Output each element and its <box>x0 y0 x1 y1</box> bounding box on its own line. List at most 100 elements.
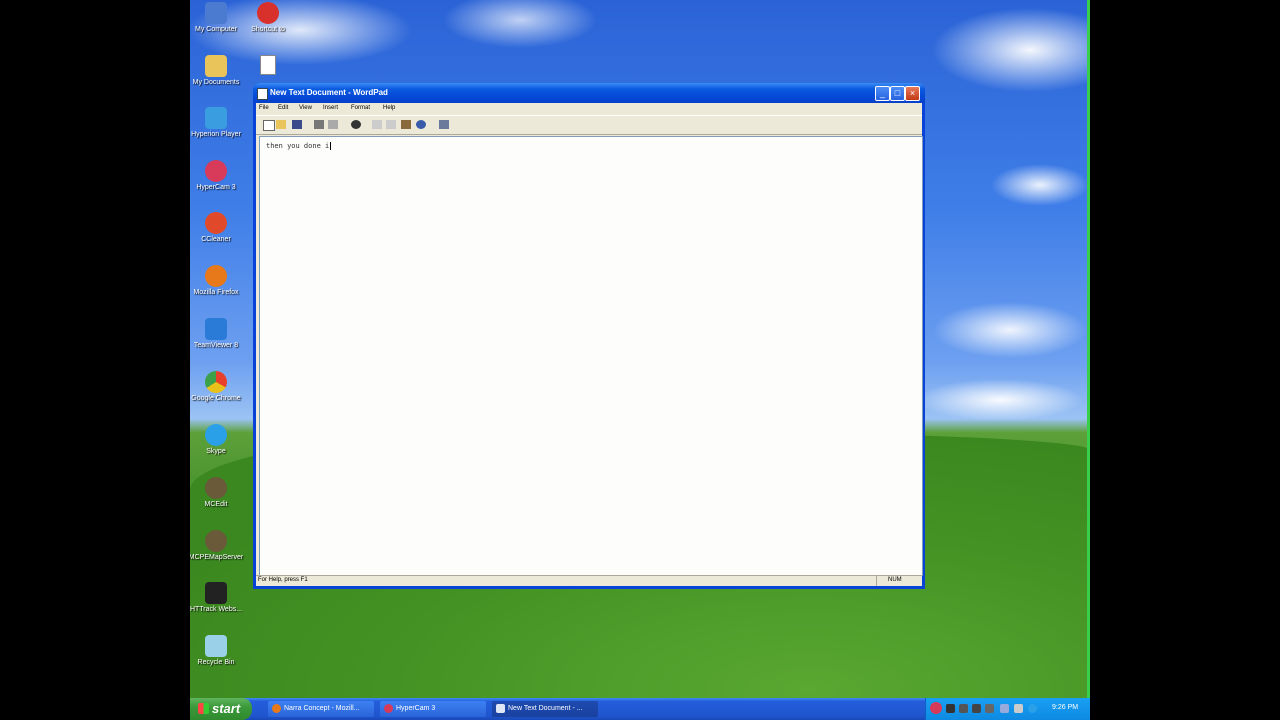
open-folder-icon[interactable] <box>276 120 286 129</box>
document-text: then you done i <box>266 142 330 150</box>
menu-view[interactable]: View <box>299 105 312 111</box>
wordpad-icon <box>257 88 268 100</box>
start-label: start <box>212 701 241 716</box>
maximize-button[interactable]: □ <box>890 86 905 101</box>
desktop-icon-hypercam[interactable]: HyperCam 3 <box>190 160 246 192</box>
desktop-icon-teamviewer[interactable]: TeamViewer 8 <box>190 318 246 350</box>
find-icon[interactable] <box>351 120 361 129</box>
toolbar <box>256 115 922 135</box>
print-icon[interactable] <box>314 120 324 129</box>
desktop-icon-label: CCleaner <box>201 236 231 243</box>
menu-bar: File Edit View Insert Format Help <box>256 103 922 114</box>
chrome-icon <box>205 371 227 393</box>
my-documents-icon <box>205 55 227 77</box>
tray-icon-4[interactable] <box>985 704 994 713</box>
desktop-icon-label: Google Chrome <box>191 395 241 402</box>
status-divider <box>876 576 877 586</box>
taskbar-item-firefox[interactable]: Narra Concept - Mozill... <box>268 701 374 717</box>
screen: My Computer Shortcut to My Documents Hyp… <box>190 0 1090 720</box>
teamviewer-icon <box>205 318 227 340</box>
menu-format[interactable]: Format <box>351 105 370 111</box>
taskbar-item-label: Narra Concept - Mozill... <box>284 705 360 712</box>
desktop-icon-label: Skype <box>206 448 226 455</box>
windows-logo-icon <box>198 703 209 714</box>
hypercam-tray-icon[interactable] <box>930 702 942 714</box>
insert-date-time-icon[interactable] <box>439 120 449 129</box>
taskbar-item-label: New Text Document - ... <box>508 705 583 712</box>
volume-icon[interactable] <box>1014 704 1023 713</box>
taskbar-item-hypercam[interactable]: HyperCam 3 <box>380 701 486 717</box>
window-title: New Text Document - WordPad <box>270 88 388 97</box>
skype-icon <box>205 424 227 446</box>
menu-file[interactable]: File <box>259 105 269 111</box>
mcpe-icon <box>205 530 227 552</box>
copy-icon[interactable] <box>386 120 396 129</box>
network-icon[interactable] <box>1000 704 1009 713</box>
ccleaner-icon <box>205 212 227 234</box>
wordpad-icon <box>496 704 505 713</box>
new-document-icon[interactable] <box>263 120 275 131</box>
document-area[interactable]: then you done i <box>259 136 923 576</box>
desktop-icon-label: Recycle Bin <box>197 659 235 666</box>
shortcut-icon <box>257 2 279 24</box>
window-client: File Edit View Insert Format Help then y… <box>256 103 923 586</box>
desktop-icon-label: My Documents <box>192 79 240 86</box>
tray-icon-3[interactable] <box>972 704 981 713</box>
desktop-icon-chrome[interactable]: Google Chrome <box>190 371 246 403</box>
menu-insert[interactable]: Insert <box>323 105 338 111</box>
desktop-icon-mcpe[interactable]: MCPEMapServer <box>190 530 246 562</box>
mcedit-icon <box>205 477 227 499</box>
screen-edge <box>1087 0 1090 698</box>
desktop-icon-label: Shortcut to <box>251 26 285 33</box>
system-tray: 9:26 PM <box>925 698 1090 720</box>
skype-tray-icon[interactable] <box>1028 704 1037 713</box>
desktop-icon-label: Mozilla Firefox <box>193 289 239 296</box>
document-text-line[interactable]: then you done i <box>266 142 332 150</box>
desktop-icon-label: MCPEMapServer <box>190 554 244 561</box>
status-bar: For Help, press F1 NUM <box>256 575 922 586</box>
desktop-icon-httrack[interactable]: HTTrack Webs... <box>190 582 246 614</box>
menu-edit[interactable]: Edit <box>278 105 288 111</box>
hypercam-icon <box>384 704 393 713</box>
player-icon <box>205 107 227 129</box>
status-help-text: For Help, press F1 <box>258 577 308 583</box>
tray-icon-1[interactable] <box>946 704 955 713</box>
desktop-background: My Computer Shortcut to My Documents Hyp… <box>190 0 1090 698</box>
text-caret <box>330 142 332 150</box>
menu-help[interactable]: Help <box>383 105 395 111</box>
minimize-button[interactable]: _ <box>875 86 890 101</box>
desktop-icon-skype[interactable]: Skype <box>190 424 246 456</box>
start-button[interactable]: start <box>190 698 252 720</box>
undo-icon[interactable] <box>416 120 426 129</box>
taskbar-item-label: HyperCam 3 <box>396 705 436 712</box>
floppy-icon <box>205 582 227 604</box>
desktop-icon-player[interactable]: Hyperion Player <box>190 107 246 139</box>
clock[interactable]: 9:26 PM <box>1052 704 1078 711</box>
desktop-icon-ccleaner[interactable]: CCleaner <box>190 212 246 244</box>
print-preview-icon[interactable] <box>328 120 338 129</box>
desktop-icon-label: HyperCam 3 <box>196 184 236 191</box>
taskbar-item-wordpad[interactable]: New Text Document - ... <box>492 701 598 717</box>
desktop-icon-label: Hyperion Player <box>191 131 241 138</box>
title-bar[interactable]: New Text Document - WordPad _ □ × <box>253 83 925 103</box>
desktop-icon-label: MCEdit <box>204 501 228 508</box>
recycle-bin-icon <box>205 635 227 657</box>
firefox-icon <box>272 704 281 713</box>
wordpad-window: New Text Document - WordPad _ □ × File E… <box>253 83 925 589</box>
save-icon[interactable] <box>292 120 302 129</box>
desktop-icon-label: HTTrack Webs... <box>190 606 243 613</box>
desktop-icon-shortcut[interactable]: Shortcut to <box>238 2 298 34</box>
text-file-icon <box>260 55 276 75</box>
desktop-icon-label: TeamViewer 8 <box>193 342 239 349</box>
desktop-icon-text-file[interactable] <box>238 55 298 77</box>
status-num-lock: NUM <box>888 577 902 583</box>
desktop-icon-recycle-bin[interactable]: Recycle Bin <box>190 635 246 667</box>
desktop-icon-firefox[interactable]: Mozilla Firefox <box>190 265 246 297</box>
cut-icon[interactable] <box>372 120 382 129</box>
my-computer-icon <box>205 2 227 24</box>
tray-icon-2[interactable] <box>959 704 968 713</box>
close-button[interactable]: × <box>905 86 920 101</box>
firefox-icon <box>205 265 227 287</box>
paste-icon[interactable] <box>401 120 411 129</box>
desktop-icon-mcedit[interactable]: MCEdit <box>190 477 246 509</box>
